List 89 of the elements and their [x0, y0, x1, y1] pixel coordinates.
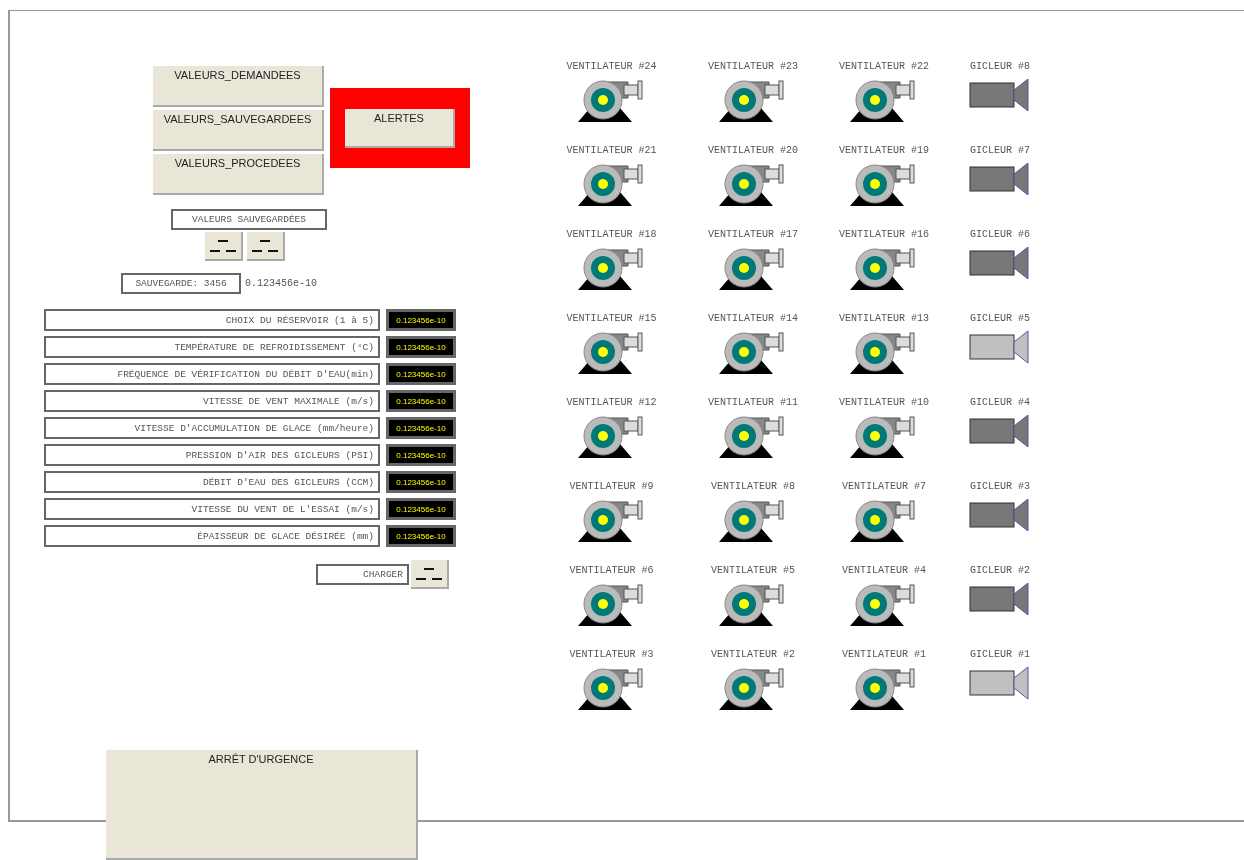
device-label: VENTILATEUR #10: [839, 397, 929, 408]
fan-icon: [577, 78, 646, 122]
device-label: VENTILATEUR #17: [708, 229, 798, 240]
fan-icon: [577, 666, 646, 710]
fan-icon: [850, 78, 918, 122]
fan-icon: [850, 246, 918, 290]
device-label: GICLEUR #2: [970, 565, 1030, 576]
parameter-label: VITESSE DE VENT MAXIMALE (m/s): [44, 390, 380, 412]
emergency-stop-button[interactable]: ARRÊT D'URGENCE: [106, 750, 418, 860]
device-label: VENTILATEUR #7: [842, 481, 926, 492]
device-label: VENTILATEUR #24: [566, 61, 657, 72]
fan-icon: [719, 498, 787, 542]
device-label: VENTILATEUR #12: [566, 397, 657, 408]
nav-button[interactable]: VALEURS_PROCEDEES: [153, 154, 324, 195]
device-label: VENTILATEUR #5: [711, 565, 795, 576]
device-label: GICLEUR #5: [970, 313, 1030, 324]
device-label: VENTILATEUR #19: [839, 145, 929, 156]
fan-icon: [577, 414, 646, 458]
load-button[interactable]: [411, 560, 449, 589]
device-label: VENTILATEUR #15: [566, 313, 657, 324]
device-label: VENTILATEUR #16: [839, 229, 929, 240]
dash-icon: [416, 566, 442, 581]
load-label: CHARGER: [316, 564, 409, 585]
parameter-label: VITESSE DU VENT DE L'ESSAI (m/s): [44, 498, 380, 520]
device-label: GICLEUR #1: [970, 649, 1030, 660]
fan-icon: [850, 414, 918, 458]
save-label: SAUVEGARDE: 3456: [121, 273, 241, 294]
save-value: 0.123456e-10: [245, 278, 317, 289]
fan-icon: [719, 162, 787, 206]
parameter-label: VITESSE D'ACCUMULATION DE GLACE (mm/heure): [44, 417, 380, 439]
fan-icon: [850, 498, 918, 542]
fan-icon: [719, 78, 787, 122]
dash-icon: [252, 238, 278, 253]
toggle-button[interactable]: [205, 232, 243, 261]
fan-icon: [577, 582, 646, 626]
device-label: VENTILATEUR #9: [569, 481, 654, 492]
parameter-label: TEMPÉRATURE DE REFROIDISSEMENT (°C): [44, 336, 380, 358]
fan-icon: [719, 414, 787, 458]
device-label: VENTILATEUR #23: [708, 61, 798, 72]
parameter-label: DÉBIT D'EAU DES GICLEURS (CCM): [44, 471, 380, 493]
parameter-label: CHOIX DU RÉSERVOIR (1 à 5): [44, 309, 380, 331]
fan-icon: [719, 330, 787, 374]
toggle-button[interactable]: [247, 232, 285, 261]
device-label: VENTILATEUR #2: [711, 649, 795, 660]
dash-icon: [210, 238, 236, 253]
device-label: VENTILATEUR #6: [569, 565, 654, 576]
parameter-label: ÉPAISSEUR DE GLACE DÉSIRÉE (mm): [44, 525, 380, 547]
fan-icon: [850, 162, 918, 206]
value-display: 0.123456e-10: [386, 525, 456, 547]
nav-button[interactable]: VALEURS_DEMANDEES: [153, 66, 324, 107]
device-label: GICLEUR #3: [970, 481, 1030, 492]
device-label: VENTILATEUR #4: [842, 565, 926, 576]
device-label: VENTILATEUR #22: [839, 61, 929, 72]
value-display: 0.123456e-10: [386, 336, 456, 358]
fan-icon: [577, 498, 646, 542]
fan-icon: [577, 330, 646, 374]
device-label: VENTILATEUR #8: [711, 481, 795, 492]
alerts-button[interactable]: ALERTES: [345, 109, 455, 148]
device-label: VENTILATEUR #18: [566, 229, 657, 240]
value-display: 0.123456e-10: [386, 363, 456, 385]
device-label: GICLEUR #4: [970, 397, 1030, 408]
fan-icon: [850, 666, 918, 710]
device-label: GICLEUR #6: [970, 229, 1030, 240]
value-display: 0.123456e-10: [386, 417, 456, 439]
device-label: VENTILATEUR #11: [708, 397, 798, 408]
nav-button[interactable]: VALEURS_SAUVEGARDEES: [153, 110, 324, 151]
value-display: 0.123456e-10: [386, 390, 456, 412]
device-label: VENTILATEUR #20: [708, 145, 798, 156]
fan-icon: [850, 582, 918, 626]
parameter-label: FRÉQUENCE DE VÉRIFICATION DU DÉBIT D'EAU(min): [44, 363, 380, 385]
fan-icon: [850, 330, 918, 374]
device-label: GICLEUR #7: [970, 145, 1030, 156]
device-label: VENTILATEUR #13: [839, 313, 929, 324]
section-title: VALEURS SAUVEGARDÉES: [171, 209, 327, 230]
device-label: GICLEUR #8: [970, 61, 1030, 72]
value-display: 0.123456e-10: [386, 309, 456, 331]
device-label: VENTILATEUR #21: [566, 145, 657, 156]
device-label: VENTILATEUR #3: [569, 649, 654, 660]
fan-icon: [719, 666, 787, 710]
value-display: 0.123456e-10: [386, 471, 456, 493]
device-label: VENTILATEUR #1: [842, 649, 926, 660]
device-label: VENTILATEUR #14: [708, 313, 798, 324]
fan-icon: [577, 162, 646, 206]
fan-icon: [719, 246, 787, 290]
fan-icon: [719, 582, 787, 626]
value-display: 0.123456e-10: [386, 444, 456, 466]
fan-icon: [577, 246, 646, 290]
value-display: 0.123456e-10: [386, 498, 456, 520]
parameter-label: PRESSION D'AIR DES GICLEURS (PSI): [44, 444, 380, 466]
